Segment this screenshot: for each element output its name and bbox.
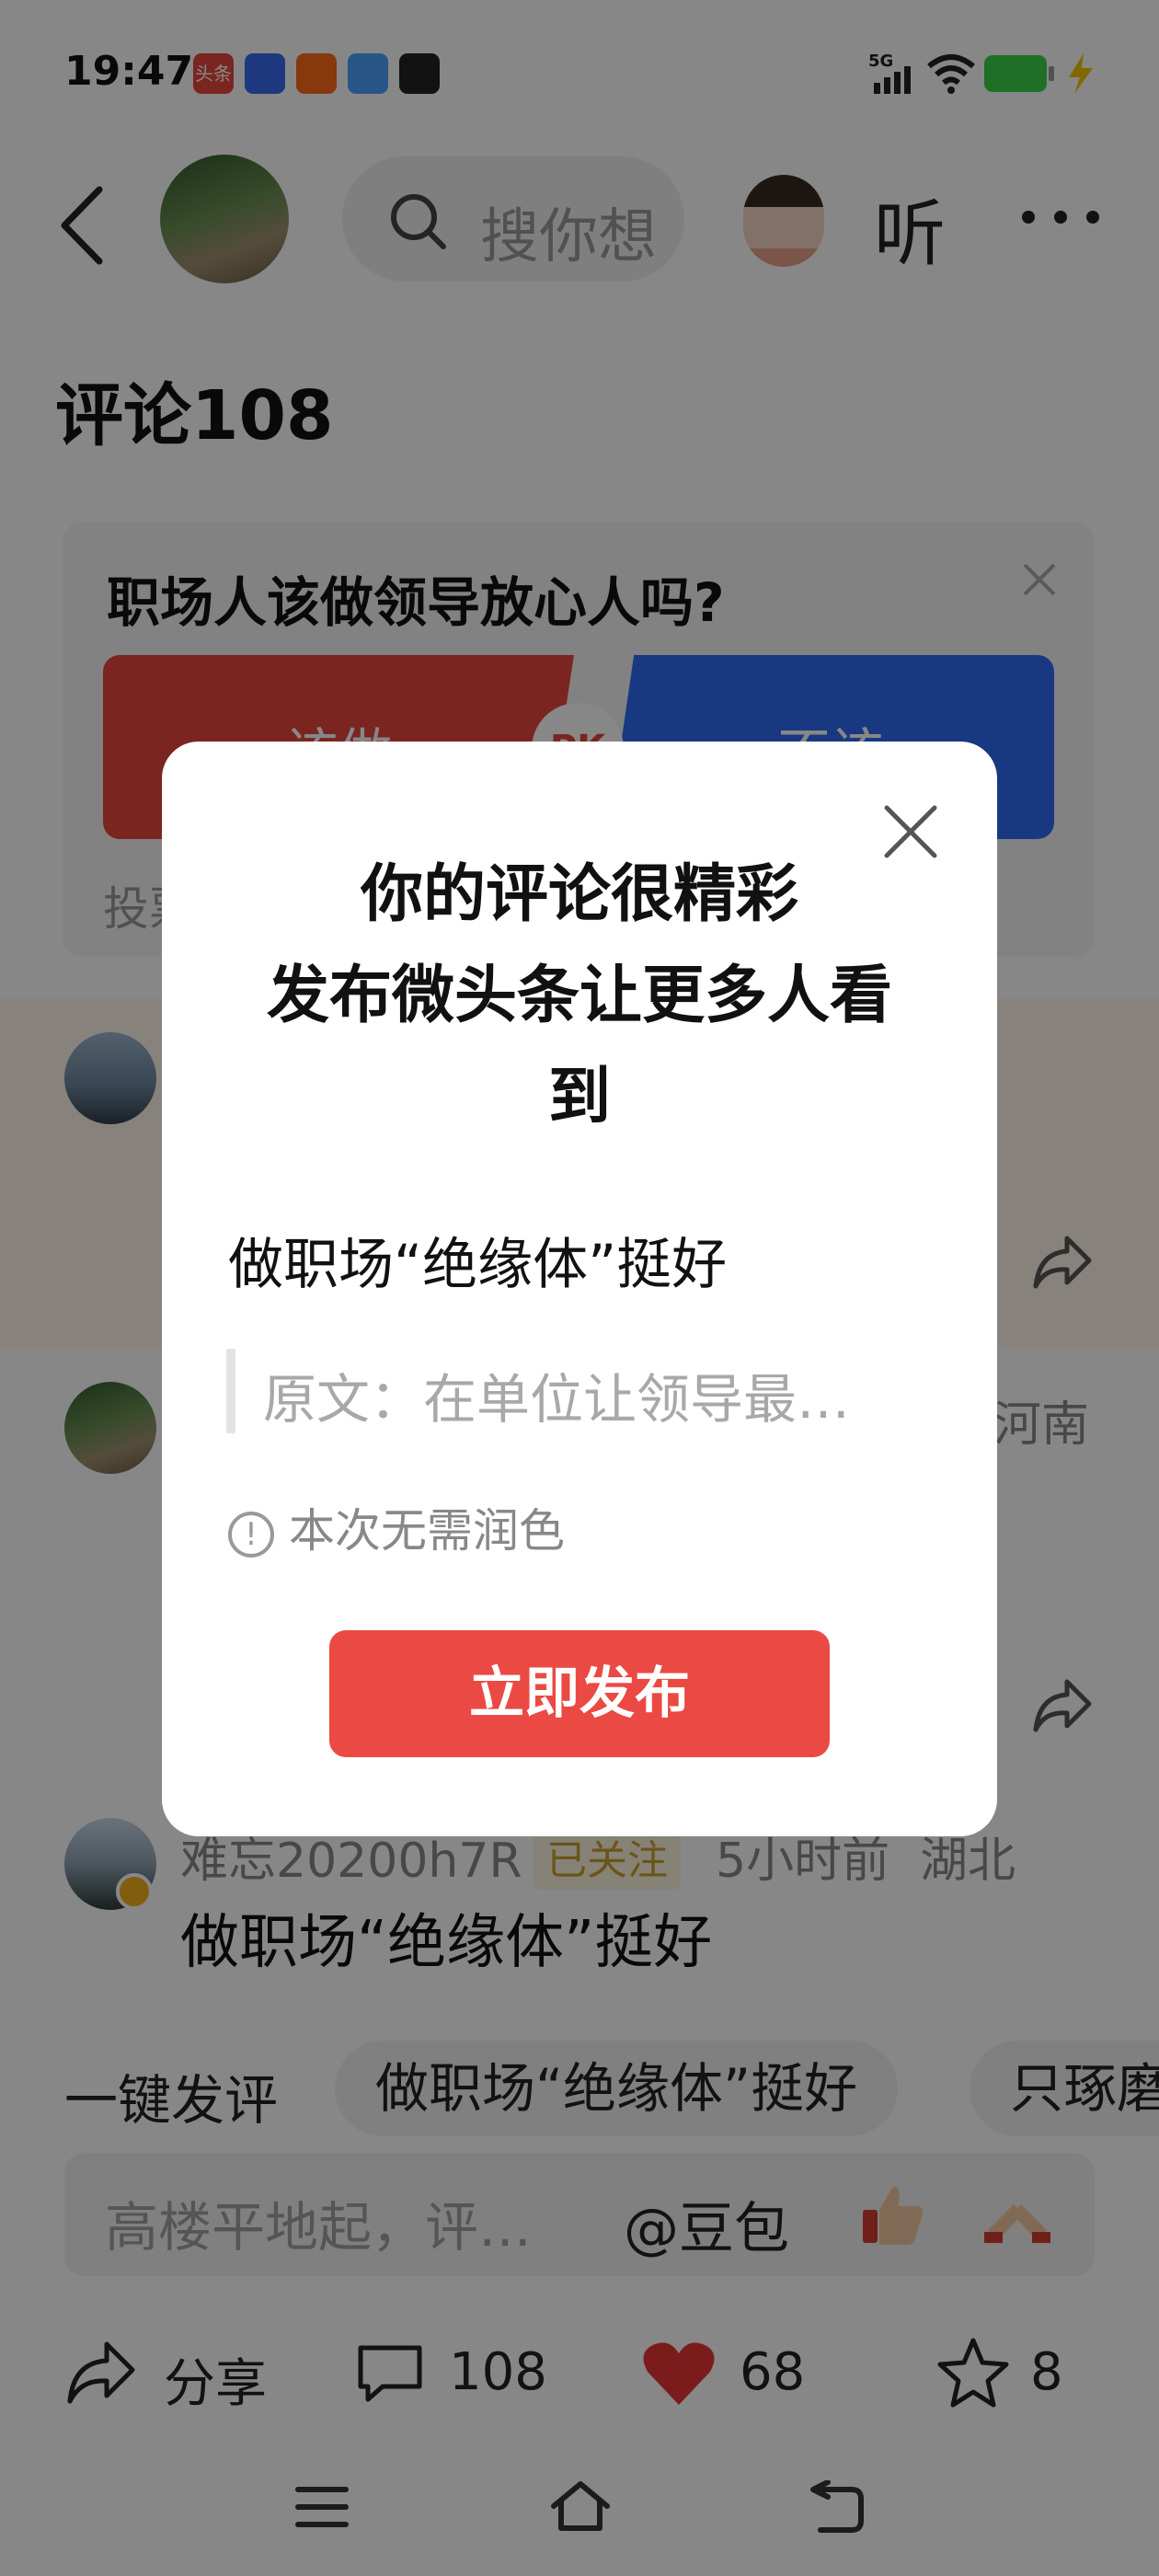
polish-hint: ! 本次无需润色 [228,1494,565,1560]
quote-bar [226,1349,235,1433]
dialog-title-line: 你的评论很精彩 [360,858,798,931]
publish-now-button[interactable]: 立即发布 [329,1630,830,1757]
original-text: 原文：在单位让领导最… [263,1368,851,1431]
dialog-comment-text: 做职场“绝缘体”挺好 [228,1233,728,1297]
info-icon: ! [228,1511,274,1558]
dialog-title-line: 发布微头条让更多人看 [266,960,892,1032]
polish-hint-text: 本次无需润色 [289,1504,565,1558]
dialog-title: 你的评论很精彩 发布微头条让更多人看 到 [217,845,942,1148]
publish-dialog: 你的评论很精彩 发布微头条让更多人看 到 做职场“绝缘体”挺好 原文：在单位让领… [162,742,997,1836]
dialog-title-line: 到 [547,1061,611,1133]
